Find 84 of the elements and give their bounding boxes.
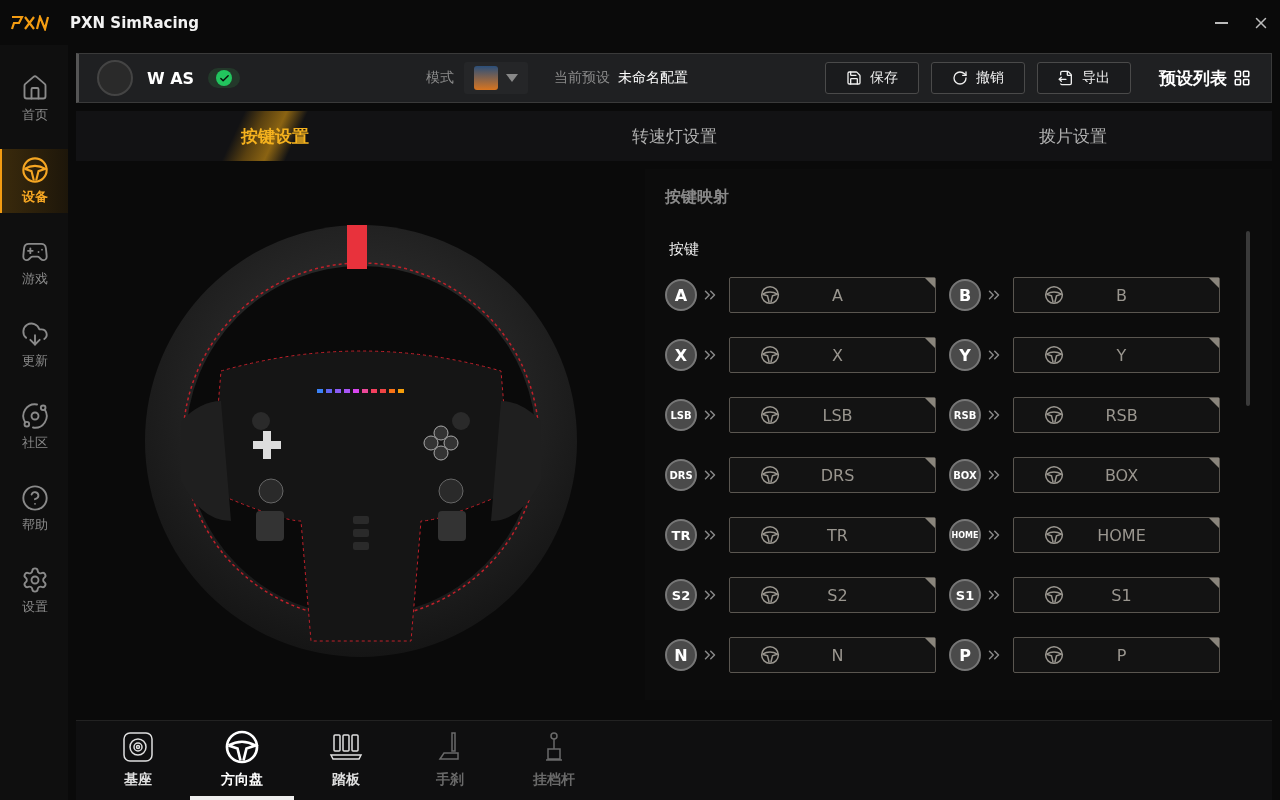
steering-wheel-icon bbox=[760, 585, 780, 605]
logo bbox=[10, 14, 50, 31]
export-icon bbox=[1058, 70, 1074, 86]
steering-wheel-icon bbox=[1044, 405, 1064, 425]
undo-button[interactable]: 撤销 bbox=[931, 62, 1025, 94]
tab[interactable]: 转速灯设置 bbox=[474, 111, 874, 161]
key-badge: S1 bbox=[949, 579, 981, 611]
caret-icon bbox=[506, 74, 519, 82]
sidebar-item[interactable]: 帮助 bbox=[0, 477, 68, 541]
help-icon bbox=[21, 484, 49, 512]
steering-wheel-icon bbox=[760, 345, 780, 365]
sidebar-item[interactable]: 社区 bbox=[0, 395, 68, 459]
key-badge: B bbox=[949, 279, 981, 311]
sidebar-item[interactable]: 更新 bbox=[0, 313, 68, 377]
mapping-field[interactable]: B bbox=[1013, 277, 1220, 313]
game-thumbnail bbox=[474, 66, 499, 90]
mapping-field[interactable]: N bbox=[729, 637, 936, 673]
save-icon bbox=[846, 70, 862, 86]
steering-wheel-icon bbox=[760, 525, 780, 545]
grid-icon bbox=[1233, 69, 1251, 87]
sidebar-item[interactable]: 游戏 bbox=[0, 231, 68, 295]
cloud-download-icon bbox=[21, 320, 49, 348]
steering-wheel-icon bbox=[1044, 345, 1064, 365]
key-badge: RSB bbox=[949, 399, 981, 431]
key-badge: DRS bbox=[665, 459, 697, 491]
steering-wheel-icon bbox=[1044, 525, 1064, 545]
sidebar-item[interactable]: 设置 bbox=[0, 559, 68, 623]
mapping-field[interactable]: X bbox=[729, 337, 936, 373]
window-title: PXN SimRacing bbox=[70, 13, 200, 32]
mapping-field[interactable]: S1 bbox=[1013, 577, 1220, 613]
mapping-field[interactable]: S2 bbox=[729, 577, 936, 613]
mapping-field[interactable]: A bbox=[729, 277, 936, 313]
mapping-field[interactable]: Y bbox=[1013, 337, 1220, 373]
preset-name: 未命名配置 bbox=[618, 69, 689, 87]
sidebar-item[interactable]: 设备 bbox=[0, 149, 68, 213]
mapping-field[interactable]: TR bbox=[729, 517, 936, 553]
tab[interactable]: 拨片设置 bbox=[873, 111, 1272, 161]
steering-wheel-icon bbox=[1044, 465, 1064, 485]
mapping-field[interactable]: BOX bbox=[1013, 457, 1220, 493]
panel-title: 按键映射 bbox=[665, 187, 730, 208]
planet-icon bbox=[21, 402, 49, 430]
section-title: 按键 bbox=[669, 240, 700, 259]
key-badge: Y bbox=[949, 339, 981, 371]
steering-wheel-icon bbox=[760, 405, 780, 425]
key-badge: BOX bbox=[949, 459, 981, 491]
mapping-field[interactable]: DRS bbox=[729, 457, 936, 493]
mapping-field[interactable]: LSB bbox=[729, 397, 936, 433]
home-icon bbox=[21, 74, 49, 102]
device-tab[interactable]: 踏板 bbox=[294, 721, 398, 800]
steering-wheel-icon bbox=[760, 645, 780, 665]
steering-wheel-icon bbox=[21, 156, 49, 184]
device-name: W AS bbox=[147, 68, 195, 88]
minimize-icon bbox=[1215, 21, 1228, 24]
scrollbar[interactable] bbox=[1246, 231, 1250, 406]
key-badge: LSB bbox=[665, 399, 697, 431]
key-badge: P bbox=[949, 639, 981, 671]
device-thumbnail bbox=[97, 60, 133, 96]
save-button[interactable]: 保存 bbox=[825, 62, 919, 94]
preset-label: 当前预设 bbox=[554, 69, 611, 87]
steering-wheel-icon bbox=[760, 465, 780, 485]
steering-wheel-icon bbox=[1044, 645, 1064, 665]
mode-label: 模式 bbox=[426, 69, 455, 87]
steering-wheel-icon bbox=[224, 728, 260, 765]
key-badge: S2 bbox=[665, 579, 697, 611]
export-button[interactable]: 导出 bbox=[1037, 62, 1131, 94]
key-badge: X bbox=[665, 339, 697, 371]
steering-wheel-icon bbox=[1044, 585, 1064, 605]
key-badge: HOME bbox=[949, 519, 981, 551]
device-tab[interactable]: 方向盘 bbox=[190, 721, 294, 800]
key-badge: N bbox=[665, 639, 697, 671]
settings-icon bbox=[21, 566, 49, 594]
steering-wheel-icon bbox=[760, 285, 780, 305]
undo-icon bbox=[952, 70, 968, 86]
device-tab[interactable]: 基座 bbox=[86, 721, 190, 800]
key-badge: TR bbox=[665, 519, 697, 551]
check-icon bbox=[218, 72, 230, 84]
steering-wheel-icon bbox=[1044, 285, 1064, 305]
mapping-field[interactable]: HOME bbox=[1013, 517, 1220, 553]
mode-dropdown[interactable] bbox=[464, 62, 529, 94]
sidebar-item[interactable]: 首页 bbox=[0, 67, 68, 131]
key-badge: A bbox=[665, 279, 697, 311]
mapping-field[interactable]: P bbox=[1013, 637, 1220, 673]
mapping-field[interactable]: RSB bbox=[1013, 397, 1220, 433]
preset-list-button[interactable]: 预设列表 bbox=[1153, 65, 1257, 91]
